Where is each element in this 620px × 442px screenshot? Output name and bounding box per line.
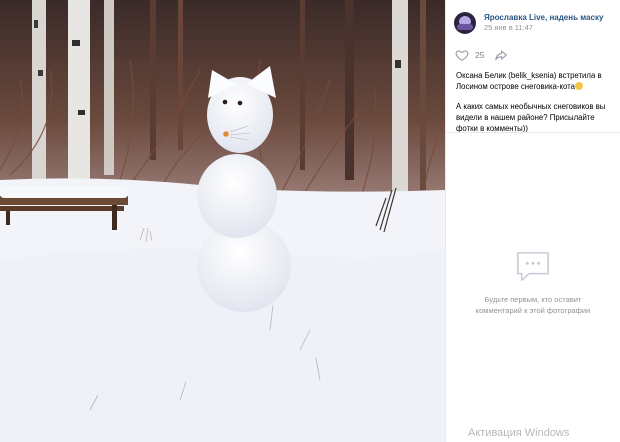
- empty-comments-line-2: комментарий к этой фотографии: [475, 306, 591, 316]
- post-header: Ярославка Live, надень маску 25 янв в 11…: [446, 0, 620, 38]
- comment-bubble-icon: [517, 252, 549, 281]
- empty-comments-line-1: Будьте первым, кто оставит: [484, 295, 582, 304]
- share-arrow-icon[interactable]: [494, 48, 508, 62]
- comments-empty-state: Будьте первым, кто оставит комментарий к…: [446, 250, 620, 317]
- windows-activation-watermark: Активация Windows: [468, 427, 570, 439]
- post-date[interactable]: 25 янв в 11:47: [484, 24, 603, 33]
- snowman-cat-photo: [0, 0, 445, 442]
- author-link[interactable]: Ярославка Live, надень маску: [484, 13, 603, 22]
- heart-icon: [455, 50, 469, 61]
- divider: [446, 132, 620, 133]
- like-count: 25: [475, 50, 485, 60]
- like-button[interactable]: 25: [455, 48, 484, 62]
- laughing-emoji-icon: [574, 82, 583, 91]
- post-paragraph-2: А каких самых необычных снеговиков вы ви…: [456, 102, 606, 134]
- post-paragraph-1: Оксана Белик (belik_ksenia) встретила в …: [456, 71, 602, 92]
- post-actions: 25: [446, 38, 620, 64]
- community-avatar[interactable]: [454, 12, 476, 34]
- post-sidebar: Ярославка Live, надень маску 25 янв в 11…: [445, 0, 620, 442]
- post-text: Оксана Белик (belik_ksenia) встретила в …: [446, 64, 620, 134]
- post-photo[interactable]: [0, 0, 445, 442]
